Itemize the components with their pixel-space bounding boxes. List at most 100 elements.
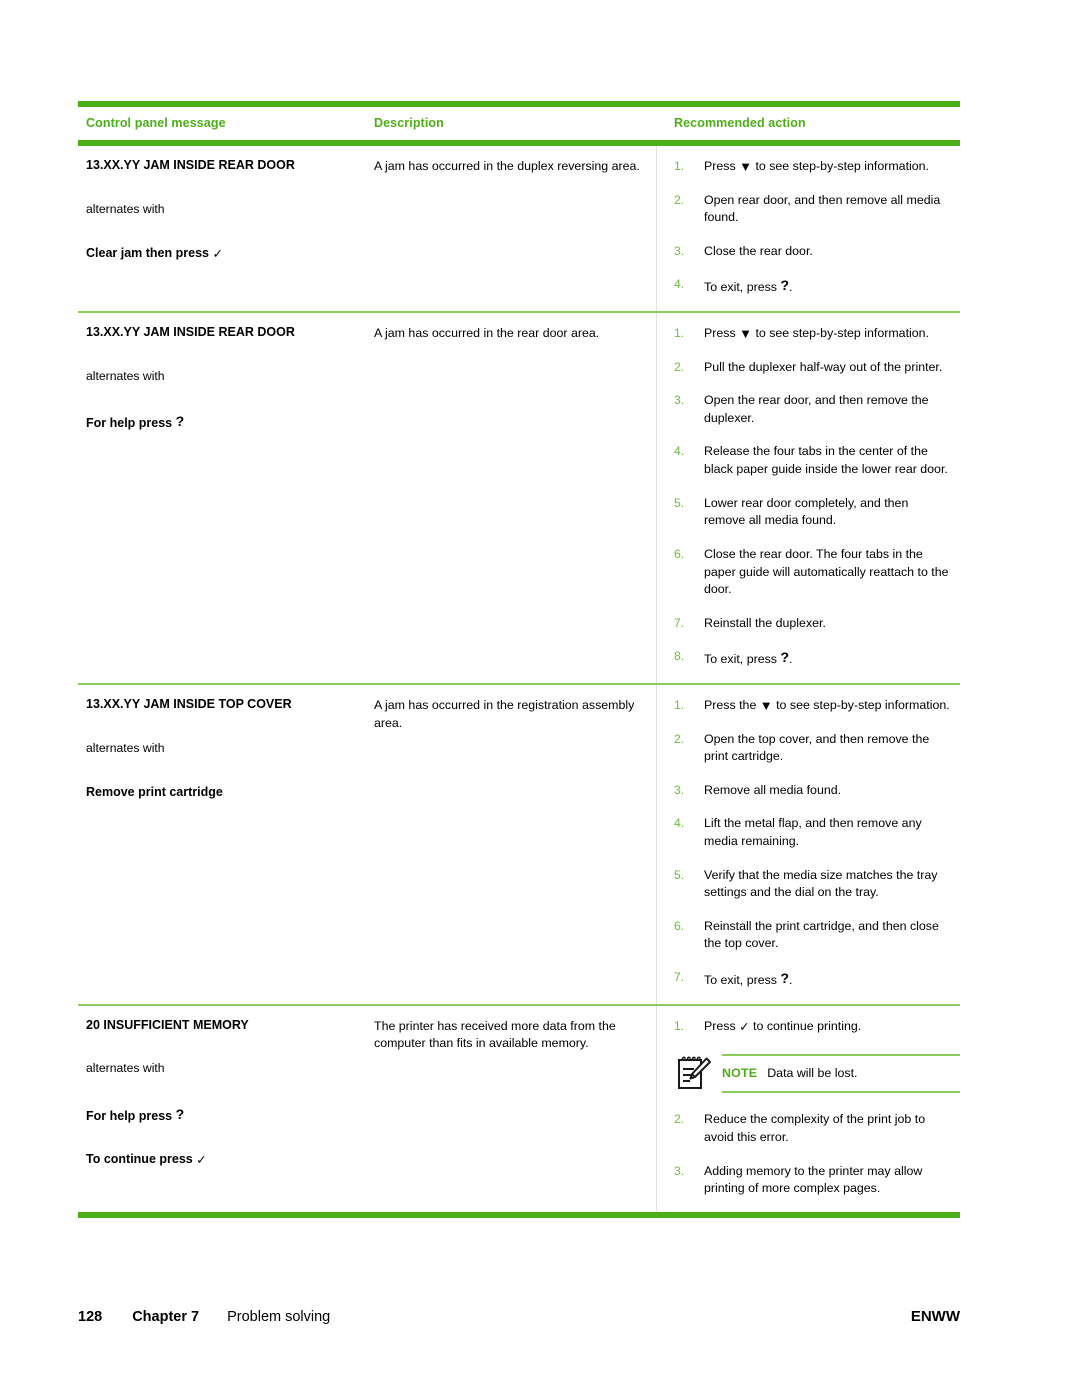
step-text: Reinstall the duplexer. — [704, 615, 826, 630]
list-item: 1. Press the ▼ to see step-by-step infor… — [674, 697, 960, 715]
step-number: 3. — [674, 393, 685, 408]
step-number: 7. — [674, 970, 685, 985]
question-mark-icon: ? — [780, 649, 789, 666]
step-number: 1. — [674, 1018, 685, 1033]
step-text-pre: Press — [704, 1018, 740, 1033]
step-text: Close the rear door. The four tabs in th… — [704, 546, 949, 597]
footer-section-title: Problem solving — [227, 1309, 331, 1325]
step-text: Reinstall the print cartridge, and then … — [704, 918, 939, 951]
arrow-down-icon: ▼ — [759, 697, 773, 713]
question-mark-icon: ? — [175, 1105, 185, 1122]
list-item: 1. Press ▼ to see step-by-step informati… — [674, 158, 960, 176]
footer-chapter: Chapter 7 — [132, 1309, 200, 1325]
step-text-pre: Press the — [704, 697, 760, 712]
message-title: 13.XX.YY JAM INSIDE TOP COVER — [86, 696, 292, 711]
step-text: Verify that the media size matches the t… — [704, 867, 938, 900]
row-description-cell: The printer has received more data from … — [374, 1018, 656, 1198]
step-text-post: to see step-by-step information. — [752, 326, 929, 341]
step-number: 1. — [674, 697, 685, 712]
row-description-cell: A jam has occurred in the registration a… — [374, 697, 656, 990]
step-number: 5. — [674, 495, 685, 510]
step-number: 3. — [674, 1163, 685, 1178]
row-action-cell: 1. Press ▼ to see step-by-step informati… — [656, 325, 960, 669]
step-number: 4. — [674, 444, 685, 459]
step-text: Close the rear door. — [704, 243, 813, 258]
list-item: 4. Lift the metal flap, and then remove … — [674, 815, 960, 850]
row-description-cell: A jam has occurred in the rear door area… — [374, 325, 656, 669]
steps-list: 1. Press ▼ to see step-by-step informati… — [674, 158, 960, 297]
message-alternate-text: For help press — [86, 415, 173, 430]
step-text: Adding memory to the printer may allow p… — [704, 1163, 923, 1196]
question-mark-icon: ? — [175, 412, 185, 429]
list-item: 3. Remove all media found. — [674, 782, 960, 800]
step-text-post: . — [789, 280, 793, 295]
step-number: 4. — [674, 816, 685, 831]
step-number: 6. — [674, 546, 685, 561]
list-item: 3. Open the rear door, and then remove t… — [674, 392, 960, 427]
row-description-cell: A jam has occurred in the duplex reversi… — [374, 158, 656, 297]
message-alternate: Clear jam then press ✓ — [86, 246, 374, 262]
message-title: 13.XX.YY JAM INSIDE REAR DOOR — [86, 325, 295, 340]
note-body: NOTE Data will be lost. — [722, 1053, 960, 1094]
check-icon: ✓ — [212, 245, 223, 261]
message-alternate: Remove print cartridge — [86, 784, 223, 799]
step-text: Reduce the complexity of the print job t… — [704, 1112, 926, 1145]
table-row: 13.XX.YY JAM INSIDE TOP COVER alternates… — [78, 684, 960, 1004]
column-header-control-panel-message: Control panel message — [86, 116, 226, 130]
message-alternate: For help press ? — [86, 413, 374, 432]
description-text: A jam has occurred in the rear door area… — [374, 326, 600, 341]
step-text: Press ✓ to continue printing. — [704, 1018, 960, 1036]
step-text-pre: To exit, press — [704, 973, 781, 988]
steps-list: 1. Press the ▼ to see step-by-step infor… — [674, 697, 960, 990]
row-action-cell: 1. Press the ▼ to see step-by-step infor… — [656, 697, 960, 990]
step-text-post: to see step-by-step information. — [772, 697, 950, 712]
step-text: To exit, press ?. — [704, 969, 960, 990]
footer-page-number: 128 — [78, 1309, 103, 1325]
step-number: 2. — [674, 1112, 685, 1127]
step-text: Press the ▼ to see step-by-step informat… — [704, 697, 960, 715]
step-text-pre: Press — [704, 326, 740, 341]
row-message-cell: 13.XX.YY JAM INSIDE TOP COVER alternates… — [78, 697, 374, 990]
document-page: Control panel message Description Recomm… — [0, 0, 1080, 1397]
table-row: 13.XX.YY JAM INSIDE REAR DOOR alternates… — [78, 146, 960, 312]
step-number: 1. — [674, 159, 685, 173]
step-number: 7. — [674, 615, 685, 630]
check-icon: ✓ — [739, 1018, 750, 1034]
footer-product-code: ENWW — [910, 1308, 960, 1325]
message-alternate-2: To continue press ✓ — [86, 1152, 374, 1168]
description-text: The printer has received more data from … — [374, 1018, 616, 1051]
question-mark-icon: ? — [780, 277, 789, 294]
steps-list: 1. Press ▼ to see step-by-step informati… — [674, 325, 960, 669]
step-text: Open rear door, and then remove all medi… — [704, 192, 941, 225]
row-message-cell: 13.XX.YY JAM INSIDE REAR DOOR alternates… — [78, 158, 374, 297]
list-item: 3. Close the rear door. — [674, 243, 960, 261]
list-item: 6. Reinstall the print cartridge, and th… — [674, 918, 960, 953]
table-row: 13.XX.YY JAM INSIDE REAR DOOR alternates… — [78, 313, 960, 683]
step-number: 8. — [674, 649, 685, 664]
alternates-with-label: alternates with — [86, 368, 165, 383]
message-alternate: For help press ? — [86, 1106, 374, 1125]
table-bottom-rule — [78, 1211, 960, 1218]
alternates-with-label: alternates with — [86, 740, 165, 755]
list-item: 4. Release the four tabs in the center o… — [674, 443, 960, 478]
message-alternate-text: Clear jam then press — [86, 245, 209, 260]
list-item: 6. Close the rear door. The four tabs in… — [674, 546, 960, 599]
list-item: 2. Reduce the complexity of the print jo… — [674, 1111, 960, 1146]
message-title: 13.XX.YY JAM INSIDE REAR DOOR — [86, 158, 295, 172]
step-number: 6. — [674, 918, 685, 933]
list-item: 1. Press ✓ to continue printing. — [674, 1018, 960, 1036]
step-text-pre: To exit, press — [704, 652, 781, 667]
step-text: Release the four tabs in the center of t… — [704, 444, 948, 477]
list-item: 7. Reinstall the duplexer. — [674, 615, 960, 633]
note-callout-wrapper: NOTE Data will be lost. — [674, 1053, 960, 1094]
table-row: 20 INSUFFICIENT MEMORY alternates with F… — [78, 1005, 960, 1213]
step-text: Open the top cover, and then remove the … — [704, 731, 930, 764]
arrow-down-icon: ▼ — [739, 159, 752, 174]
description-text: A jam has occurred in the duplex reversi… — [374, 159, 640, 173]
note-text: Data will be lost. — [767, 1065, 858, 1080]
step-text-pre: Press — [704, 159, 740, 173]
arrow-down-icon: ▼ — [739, 326, 752, 342]
row-action-cell: 1. Press ▼ to see step-by-step informati… — [656, 158, 960, 297]
step-number: 2. — [674, 192, 685, 207]
list-item: 2. Pull the duplexer half-way out of the… — [674, 359, 960, 377]
